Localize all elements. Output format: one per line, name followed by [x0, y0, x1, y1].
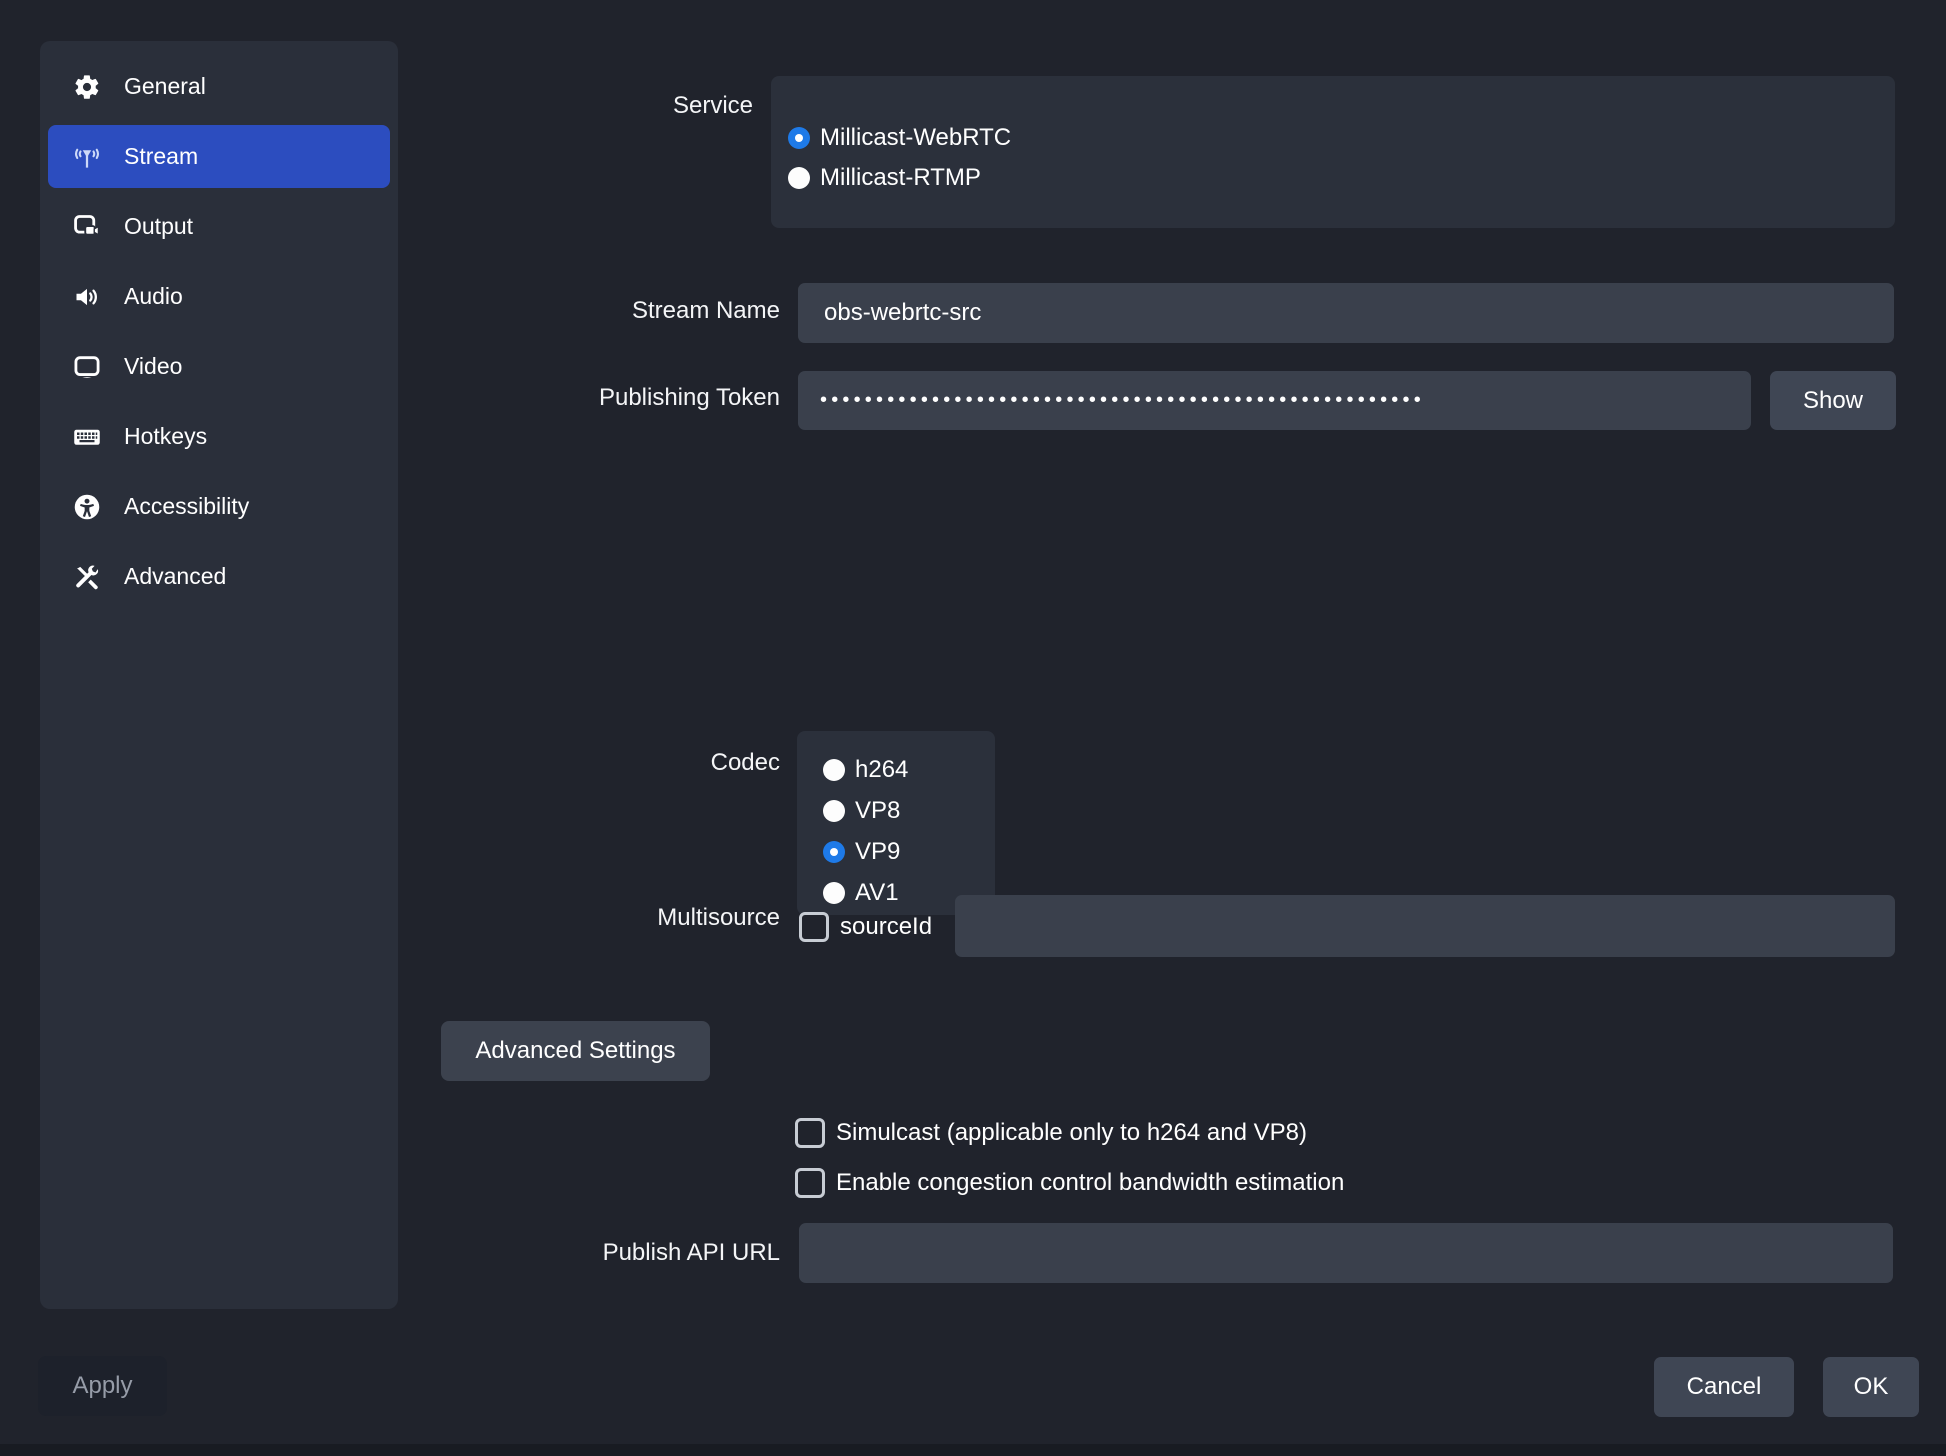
congestion-control-label: Enable congestion control bandwidth esti…: [836, 1168, 1344, 1198]
window-bottom-edge: [0, 1444, 1946, 1456]
sourceid-checkbox[interactable]: [799, 912, 829, 942]
sourceid-input[interactable]: [955, 895, 1895, 957]
screen-camera-icon: [72, 212, 102, 242]
publishing-token-input[interactable]: [798, 371, 1751, 430]
sidebar-item-output[interactable]: Output: [48, 195, 390, 258]
accessibility-icon: [72, 492, 102, 522]
radio-label: Millicast-RTMP: [820, 164, 981, 192]
congestion-control-checkbox[interactable]: [795, 1168, 825, 1198]
codec-radio-vp8[interactable]: VP8: [823, 790, 900, 831]
sidebar-item-label: Video: [124, 353, 182, 380]
publish-api-url-label: Publish API URL: [0, 1239, 780, 1267]
codec-label: Codec: [0, 749, 780, 777]
codec-radio-vp9[interactable]: VP9: [823, 831, 900, 872]
settings-sidebar: General Stream Output Audio Video: [40, 41, 398, 1309]
sidebar-item-label: Advanced: [124, 563, 226, 590]
radio-selected-icon: [788, 127, 810, 149]
simulcast-checkbox[interactable]: [795, 1118, 825, 1148]
keyboard-icon: [72, 422, 102, 452]
sidebar-item-label: Output: [124, 213, 193, 240]
radio-label: VP8: [855, 797, 900, 825]
sidebar-item-hotkeys[interactable]: Hotkeys: [48, 405, 390, 468]
sidebar-item-accessibility[interactable]: Accessibility: [48, 475, 390, 538]
radio-label: h264: [855, 756, 908, 784]
codec-radio-h264[interactable]: h264: [823, 749, 908, 790]
radio-label: Millicast-WebRTC: [820, 124, 1011, 152]
publishing-token-label: Publishing Token: [0, 384, 780, 412]
advanced-settings-button[interactable]: Advanced Settings: [441, 1021, 710, 1081]
stream-name-input[interactable]: [798, 283, 1894, 343]
radio-unselected-icon: [788, 167, 810, 189]
service-radio-millicast-webrtc[interactable]: Millicast-WebRTC: [788, 118, 1011, 158]
sidebar-item-stream[interactable]: Stream: [48, 125, 390, 188]
codec-panel: h264 VP8 VP9 AV1: [797, 731, 995, 915]
codec-radio-av1[interactable]: AV1: [823, 872, 899, 913]
broadcast-icon: [72, 142, 102, 172]
radio-unselected-icon: [823, 882, 845, 904]
radio-unselected-icon: [823, 759, 845, 781]
radio-selected-icon: [823, 841, 845, 863]
sidebar-item-advanced[interactable]: Advanced: [48, 545, 390, 608]
tools-icon: [72, 562, 102, 592]
service-label: Service: [0, 92, 753, 120]
radio-label: VP9: [855, 838, 900, 866]
radio-label: AV1: [855, 879, 899, 907]
apply-button[interactable]: Apply: [38, 1356, 167, 1416]
cancel-button[interactable]: Cancel: [1654, 1357, 1794, 1417]
settings-dialog: General Stream Output Audio Video: [0, 0, 1946, 1456]
sourceid-checkbox-label: sourceId: [840, 912, 932, 942]
ok-button[interactable]: OK: [1823, 1357, 1919, 1417]
sidebar-item-label: Hotkeys: [124, 423, 207, 450]
service-panel: Millicast-WebRTC Millicast-RTMP: [771, 76, 1895, 228]
simulcast-label: Simulcast (applicable only to h264 and V…: [836, 1118, 1307, 1148]
stream-name-label: Stream Name: [0, 297, 780, 325]
publish-api-url-input[interactable]: [799, 1223, 1893, 1283]
radio-unselected-icon: [823, 800, 845, 822]
sidebar-item-label: Stream: [124, 143, 198, 170]
service-radio-millicast-rtmp[interactable]: Millicast-RTMP: [788, 158, 981, 198]
monitor-icon: [72, 352, 102, 382]
show-token-button[interactable]: Show: [1770, 371, 1896, 430]
sidebar-item-label: Accessibility: [124, 493, 249, 520]
multisource-label: Multisource: [0, 904, 780, 932]
